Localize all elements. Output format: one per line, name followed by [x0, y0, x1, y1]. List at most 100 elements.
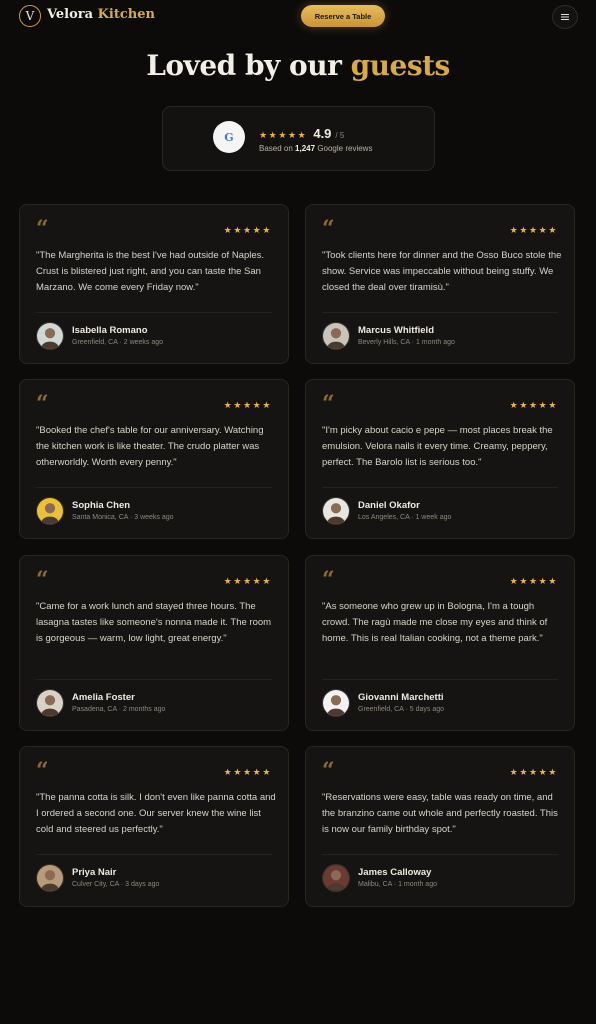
rating-source: Google reviews	[317, 144, 373, 153]
section-title-accent: guests	[350, 49, 451, 82]
author-meta: Greenfield, CA · 5 days ago	[358, 706, 444, 713]
review-card: “ ★★★★★ "The Margherita is the best I've h…	[19, 204, 289, 364]
quote-icon: “	[322, 391, 335, 417]
quote-icon: “	[36, 216, 49, 242]
avatar-icon	[37, 323, 63, 349]
divider	[322, 487, 558, 488]
avatar-icon	[323, 690, 349, 716]
avatar-icon	[323, 323, 349, 349]
divider	[36, 679, 272, 680]
section-title: Loved by our guests	[0, 49, 596, 82]
review-text: "Took clients here for dinner and the Os…	[322, 250, 562, 293]
review-author: Amelia Foster Pasadena, CA · 2 months ago	[36, 689, 276, 719]
avatar	[322, 864, 350, 892]
avatar	[36, 864, 64, 892]
author-name: Giovanni Marchetti	[358, 692, 444, 703]
author-name: Daniel Okafor	[358, 500, 420, 511]
divider	[322, 854, 558, 855]
logo-letter: V	[25, 9, 35, 23]
avatar	[36, 322, 64, 350]
rating-based-on: Based on	[259, 144, 293, 153]
divider	[322, 312, 558, 313]
author-meta: Los Angeles, CA · 1 week ago	[358, 514, 452, 521]
avatar-icon	[37, 690, 63, 716]
review-text: "As someone who grew up in Bologna, I'm …	[322, 601, 548, 644]
review-author: Daniel Okafor Los Angeles, CA · 1 week ag…	[322, 497, 562, 527]
author-name: Amelia Foster	[72, 692, 135, 703]
quote-icon: “	[36, 758, 49, 784]
review-card: “ ★★★★★ "The panna cotta is silk. I don't …	[19, 746, 289, 907]
rating-summary-card: G ★★★★★ 4.9 / 5 Based on 1,247 Google re…	[162, 106, 435, 171]
review-text: "Came for a work lunch and stayed three …	[36, 601, 272, 644]
divider	[36, 854, 272, 855]
brand-name[interactable]: Velora Kitchen	[47, 7, 155, 22]
top-navbar: V Velora Kitchen Reserve a Table	[0, 0, 596, 34]
review-author: Marcus Whitfield Beverly Hills, CA · 1 mo…	[322, 322, 562, 352]
review-author: Giovanni Marchetti Greenfield, CA · 5 day…	[322, 689, 562, 719]
review-author: Isabella Romano Greenfield, CA · 2 weeks …	[36, 322, 276, 352]
divider	[36, 312, 272, 313]
rating-score: 4.9	[313, 126, 332, 141]
rating-basis: Based on 1,247 Google reviews	[259, 144, 372, 153]
avatar-icon	[323, 498, 349, 524]
quote-icon: “	[36, 391, 49, 417]
author-meta: Pasadena, CA · 2 months ago	[72, 706, 166, 713]
section-title-main: Loved by our	[146, 49, 342, 82]
author-meta: Santa Monica, CA · 3 weeks ago	[72, 514, 174, 521]
author-meta: Greenfield, CA · 2 weeks ago	[72, 339, 164, 346]
divider	[36, 487, 272, 488]
brand-name-second: Kitchen	[97, 7, 155, 22]
review-text: "The panna cotta is silk. I don't even l…	[36, 792, 276, 835]
author-name: Marcus Whitfield	[358, 325, 435, 336]
rating-out-of: / 5	[335, 131, 345, 140]
avatar	[322, 689, 350, 717]
review-stars-icon: ★★★★★	[509, 767, 558, 777]
avatar-icon	[37, 498, 63, 524]
menu-button[interactable]	[552, 5, 578, 29]
review-card: “ ★★★★★ "I'm picky about cacio e pepe — mo…	[305, 379, 575, 539]
avatar-icon	[323, 865, 349, 891]
review-stars-icon: ★★★★★	[223, 400, 272, 410]
review-card: “ ★★★★★ "Took clients here for dinner and …	[305, 204, 575, 364]
review-stars-icon: ★★★★★	[509, 225, 558, 235]
reserve-table-button[interactable]: Reserve a Table	[301, 5, 385, 27]
review-card: “ ★★★★★ "Booked the chef's table for our a…	[19, 379, 289, 539]
hamburger-icon	[561, 14, 569, 20]
review-author: James Calloway Malibu, CA · 1 month ago	[322, 864, 562, 894]
author-meta: Malibu, CA · 1 month ago	[358, 881, 437, 888]
avatar	[36, 689, 64, 717]
review-text: "I'm picky about cacio e pepe — most pla…	[322, 425, 553, 468]
logo-icon[interactable]: V	[19, 5, 41, 27]
quote-icon: “	[36, 567, 49, 593]
divider	[322, 679, 558, 680]
review-author: Sophia Chen Santa Monica, CA · 3 weeks ag…	[36, 497, 276, 527]
author-name: Isabella Romano	[72, 325, 148, 336]
rating-stars-icon: ★★★★★	[259, 130, 308, 140]
review-card: “ ★★★★★ "Came for a work lunch and stayed …	[19, 555, 289, 731]
review-author: Priya Nair Culver City, CA · 3 days ago	[36, 864, 276, 894]
author-name: Sophia Chen	[72, 500, 131, 511]
review-text: "Reservations were easy, table was ready…	[322, 792, 558, 835]
brand-name-first: Velora	[47, 7, 94, 22]
review-count: 1,247	[295, 144, 316, 153]
avatar	[36, 497, 64, 525]
review-stars-icon: ★★★★★	[223, 767, 272, 777]
review-stars-icon: ★★★★★	[223, 225, 272, 235]
review-stars-icon: ★★★★★	[223, 576, 272, 586]
author-meta: Culver City, CA · 3 days ago	[72, 881, 160, 888]
google-letter: G	[224, 130, 234, 144]
quote-icon: “	[322, 758, 335, 784]
google-icon: G	[213, 121, 245, 153]
quote-icon: “	[322, 216, 335, 242]
review-stars-icon: ★★★★★	[509, 576, 558, 586]
author-name: James Calloway	[358, 867, 432, 878]
avatar	[322, 322, 350, 350]
review-card: “ ★★★★★ "Reservations were easy, table was…	[305, 746, 575, 907]
avatar	[322, 497, 350, 525]
review-text: "The Margherita is the best I've had out…	[36, 250, 265, 293]
author-name: Priya Nair	[72, 867, 117, 878]
quote-icon: “	[322, 567, 335, 593]
review-stars-icon: ★★★★★	[509, 400, 558, 410]
author-meta: Beverly Hills, CA · 1 month ago	[358, 339, 455, 346]
avatar-icon	[37, 865, 63, 891]
